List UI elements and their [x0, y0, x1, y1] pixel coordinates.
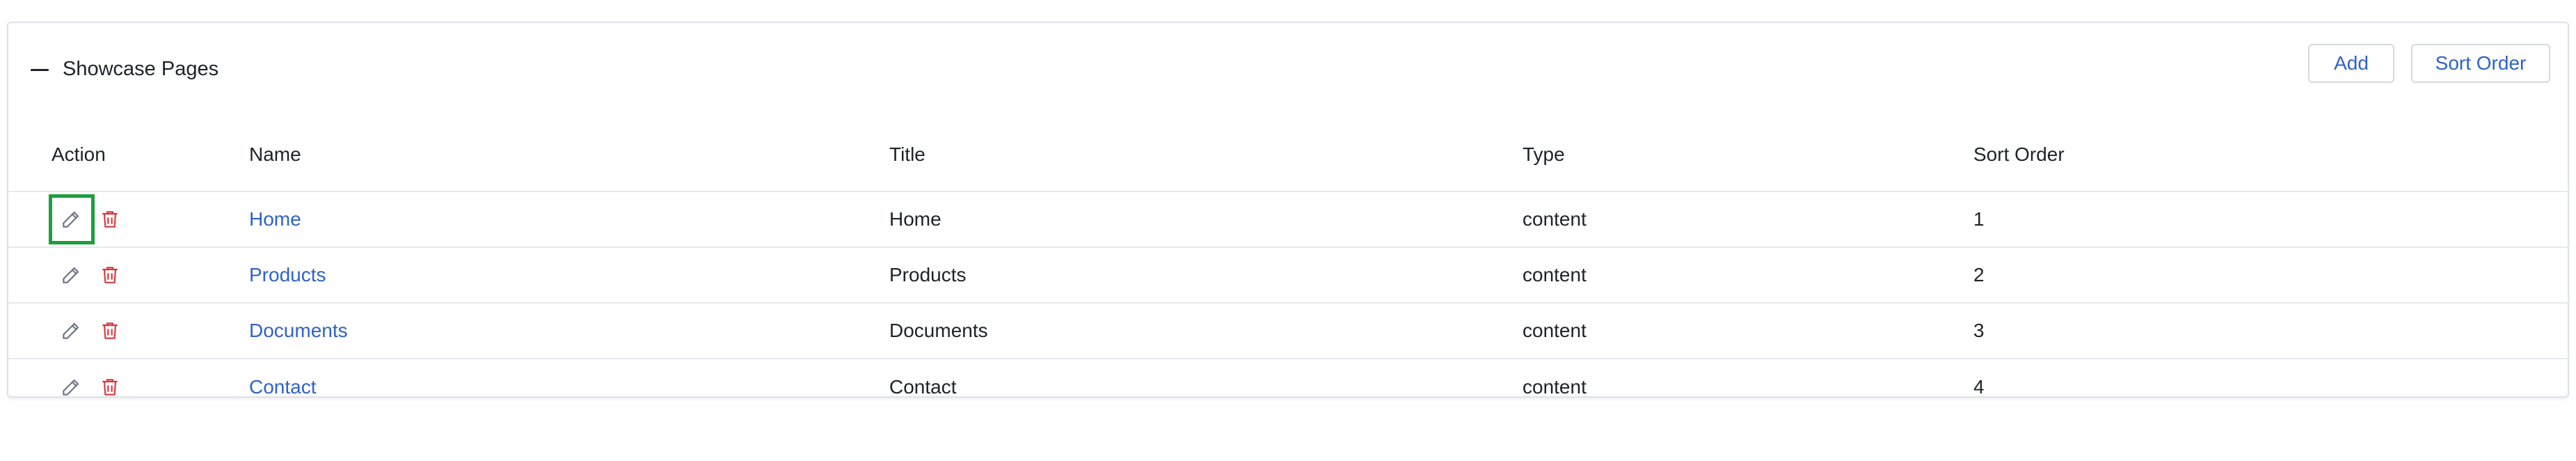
pencil-icon — [63, 322, 79, 339]
sort-order-cell: 1 — [1973, 192, 2569, 248]
edit-button[interactable] — [51, 256, 90, 295]
sort-order-button[interactable]: Sort Order — [2411, 44, 2550, 83]
column-header-title: Title — [889, 118, 1522, 192]
name-cell: Contact — [249, 359, 889, 414]
page-name-link[interactable]: Documents — [249, 320, 348, 341]
delete-button[interactable] — [90, 256, 129, 295]
pages-table: Action Name Title Type Sort Order Home H… — [8, 118, 2569, 414]
name-cell: Products — [249, 247, 889, 304]
sort-order-cell: 3 — [1973, 303, 2569, 359]
title-cell: Products — [889, 247, 1522, 304]
table-header-row: Action Name Title Type Sort Order — [8, 118, 2569, 192]
title-cell: Documents — [889, 303, 1522, 359]
panel-title: Showcase Pages — [63, 58, 219, 80]
pencil-icon — [63, 211, 79, 228]
trash-icon — [102, 211, 118, 228]
column-header-name: Name — [249, 118, 889, 192]
action-cell — [8, 247, 249, 304]
page-name-link[interactable]: Contact — [249, 376, 317, 398]
delete-button[interactable] — [90, 200, 129, 239]
pencil-icon — [63, 267, 79, 283]
edit-button[interactable] — [51, 311, 90, 350]
column-header-type: Type — [1522, 118, 1973, 192]
trash-icon — [102, 378, 118, 396]
trash-icon — [102, 267, 118, 283]
action-cell — [8, 359, 249, 414]
table-row: Contact Contact content 4 — [8, 359, 2569, 414]
title-cell: Home — [889, 192, 1522, 248]
name-cell: Documents — [249, 303, 889, 359]
table-row: Documents Documents content 3 — [8, 303, 2569, 359]
column-header-action: Action — [8, 118, 249, 192]
add-button[interactable]: Add — [2308, 44, 2394, 83]
showcase-pages-panel: Showcase Pages Add Sort Order Action Nam… — [7, 22, 2569, 398]
pencil-icon — [63, 379, 79, 396]
delete-button[interactable] — [90, 368, 129, 407]
table-row: Home Home content 1 — [8, 192, 2569, 248]
name-cell: Home — [249, 192, 889, 248]
minus-icon[interactable] — [28, 61, 53, 80]
type-cell: content — [1522, 303, 1973, 359]
page-name-link[interactable]: Home — [249, 208, 301, 230]
delete-button[interactable] — [90, 311, 129, 350]
title-cell: Contact — [889, 375, 957, 398]
type-cell: content — [1522, 375, 1587, 398]
edit-button[interactable] — [51, 368, 90, 407]
type-cell: content — [1522, 247, 1973, 304]
trash-icon — [102, 322, 118, 339]
sort-order-cell: 2 — [1973, 247, 2569, 304]
table-row: Products Products content 2 — [8, 247, 2569, 304]
page-name-link[interactable]: Products — [249, 264, 326, 286]
edit-button[interactable] — [49, 194, 95, 244]
sort-order-cell: 4 — [1973, 375, 1985, 398]
column-header-sort-order: Sort Order — [1973, 118, 2569, 192]
action-cell — [8, 192, 249, 248]
type-cell: content — [1522, 192, 1973, 248]
panel-header: Showcase Pages Add Sort Order — [8, 23, 2568, 104]
action-cell — [8, 303, 249, 359]
